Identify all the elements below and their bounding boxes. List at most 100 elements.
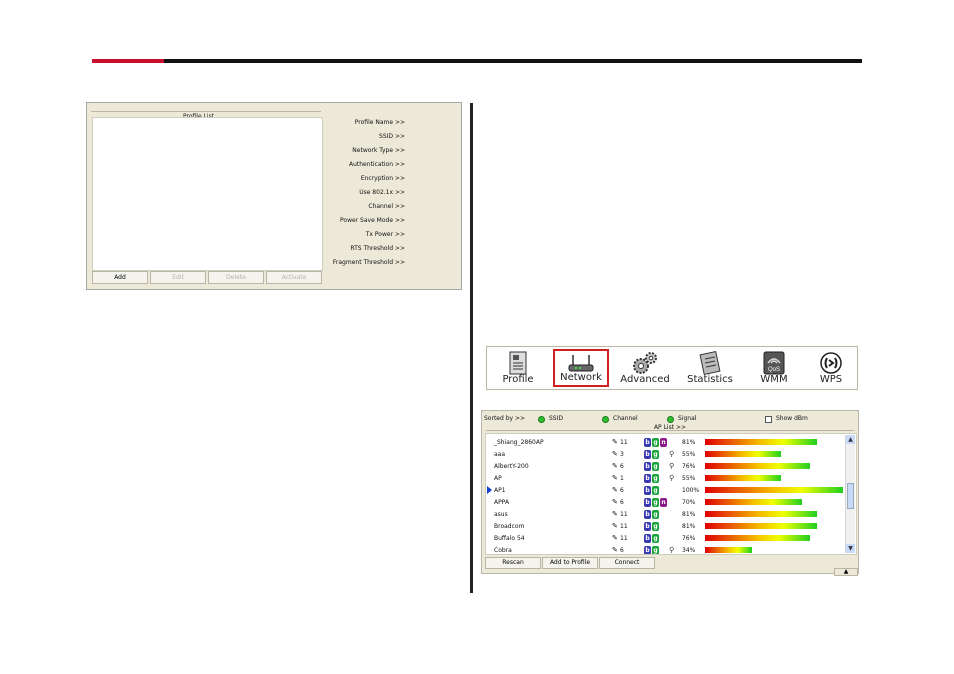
profile-list-group: Profile List: [91, 111, 321, 120]
signal-bar: [705, 511, 817, 517]
signal-bar: [705, 451, 781, 457]
ap-row[interactable]: Cobra ✎ 6 b g ⚲ 34%: [486, 544, 846, 554]
ap-list-divider: [486, 430, 854, 431]
gears-icon: [633, 352, 657, 374]
ap-row[interactable]: APPA ✎ 6 b g n 70%: [486, 496, 846, 508]
mode-b-badge: b: [644, 486, 651, 495]
signal-bar: [705, 523, 817, 529]
ap-ssid: _Shiang_2860AP: [494, 439, 544, 446]
channel-icon: ✎: [612, 438, 618, 446]
scroll-up-icon[interactable]: ▲: [846, 435, 855, 444]
sort-ssid-radio[interactable]: [538, 416, 545, 423]
ap-row[interactable]: Buffalo 54 ✎ 11 b g 76%: [486, 532, 846, 544]
mode-g-badge: g: [652, 522, 659, 531]
ap-channel: 6: [620, 499, 624, 506]
field-tx-power: Tx Power >>: [365, 231, 405, 238]
toolbar-network[interactable]: Network: [553, 349, 609, 387]
mode-g-badge: g: [652, 534, 659, 543]
header-rule: [164, 59, 862, 63]
toolbar-wmm[interactable]: QoS WMM: [745, 349, 803, 387]
rescan-button[interactable]: Rescan: [485, 557, 541, 569]
field-ssid: SSID >>: [379, 133, 405, 140]
toolbar-statistics[interactable]: Statistics: [680, 349, 740, 387]
signal-bar: [705, 547, 752, 553]
mode-b-badge: b: [644, 474, 651, 483]
ap-signal: 70%: [682, 499, 696, 506]
ap-signal: 55%: [682, 451, 696, 458]
ap-row[interactable]: Broadcom ✎ 11 b g 81%: [486, 520, 846, 532]
sort-signal-radio[interactable]: [667, 416, 674, 423]
ap-channel: 1: [620, 475, 624, 482]
mode-n-badge: n: [660, 438, 667, 447]
field-rts-threshold: RTS Threshold >>: [350, 245, 405, 252]
ap-channel: 11: [620, 511, 628, 518]
toolbar-advanced-label: Advanced: [620, 374, 670, 385]
profile-list[interactable]: [92, 117, 323, 271]
mode-b-badge: b: [644, 522, 651, 531]
ap-ssid: asus: [494, 511, 508, 518]
ap-channel: 6: [620, 547, 624, 554]
mode-g-badge: g: [652, 546, 659, 554]
mode-g-badge: g: [652, 510, 659, 519]
ap-list-scrollbar[interactable]: ▲ ▼: [845, 435, 855, 553]
ap-ssid: AP1: [494, 487, 506, 494]
ap-row[interactable]: asus ✎ 11 b g 81%: [486, 508, 846, 520]
edit-button[interactable]: Edit: [150, 271, 206, 284]
add-to-profile-button[interactable]: Add to Profile: [542, 557, 598, 569]
show-dbm-checkbox[interactable]: [765, 416, 772, 423]
ap-signal: 81%: [682, 523, 696, 530]
toolbar-profile[interactable]: Profile: [489, 349, 547, 387]
mode-b-badge: b: [644, 450, 651, 459]
mode-g-badge: g: [652, 498, 659, 507]
collapse-arrow-icon[interactable]: ▲: [834, 568, 858, 576]
toolbar-wmm-label: WMM: [760, 374, 788, 385]
ap-signal: 34%: [682, 547, 696, 554]
ap-ssid: Cobra: [494, 547, 512, 554]
channel-icon: ✎: [612, 510, 618, 518]
svg-text:QoS: QoS: [768, 367, 780, 373]
signal-bar: [705, 487, 843, 493]
ap-signal: 100%: [682, 487, 700, 494]
channel-icon: ✎: [612, 450, 618, 458]
connect-button[interactable]: Connect: [599, 557, 655, 569]
sorted-by-label: Sorted by >>: [484, 415, 526, 422]
ap-ssid: aaa: [494, 451, 506, 458]
add-button[interactable]: Add: [92, 271, 148, 284]
ap-signal: 81%: [682, 439, 696, 446]
signal-bar: [705, 463, 810, 469]
field-use-8021x: Use 802.1x >>: [359, 189, 405, 196]
scroll-down-icon[interactable]: ▼: [846, 544, 855, 553]
network-panel: Sorted by >> SSID Channel Signal Show dB…: [481, 410, 859, 574]
mode-g-badge: g: [652, 486, 659, 495]
ap-row[interactable]: AP1 ✎ 6 b g 100%: [486, 484, 846, 496]
column-divider: [470, 103, 473, 593]
ap-row[interactable]: AP ✎ 1 b g ⚲ 55%: [486, 472, 846, 484]
statistics-icon: [699, 351, 721, 375]
activate-button[interactable]: Activate: [266, 271, 322, 284]
sort-channel-radio[interactable]: [602, 416, 609, 423]
channel-icon: ✎: [612, 498, 618, 506]
scroll-thumb[interactable]: [847, 483, 854, 509]
field-authentication: Authentication >>: [348, 161, 405, 168]
channel-icon: ✎: [612, 546, 618, 554]
ap-row[interactable]: AlbertY-200 ✎ 6 b g ⚲ 76%: [486, 460, 846, 472]
ap-signal: 81%: [682, 511, 696, 518]
signal-bar: [705, 475, 781, 481]
ap-ssid: Buffalo 54: [494, 535, 525, 542]
delete-button[interactable]: Delete: [208, 271, 264, 284]
ap-row[interactable]: aaa ✎ 3 b g ⚲ 55%: [486, 448, 846, 460]
wmm-icon: QoS: [763, 351, 785, 375]
toolbar-wps[interactable]: WPS: [807, 349, 855, 387]
field-channel: Channel >>: [368, 203, 405, 210]
ap-ssid: APPA: [494, 499, 510, 506]
show-dbm-label: Show dBm: [776, 415, 808, 422]
mode-b-badge: b: [644, 462, 651, 471]
security-key-icon: ⚲: [669, 462, 675, 470]
toolbar-advanced[interactable]: Advanced: [615, 349, 675, 387]
signal-bar: [705, 535, 810, 541]
sort-ssid-label: SSID: [549, 415, 564, 422]
ap-list[interactable]: ▲ ▼ _Shiang_2860AP ✎ 11 b g n 81% aaa ✎ 3 b g ⚲ 55% Al…: [485, 433, 857, 555]
profile-panel: Profile List Add Edit Delete Activate Pr…: [86, 102, 462, 290]
ap-signal: 76%: [682, 535, 696, 542]
ap-row[interactable]: _Shiang_2860AP ✎ 11 b g n 81%: [486, 436, 846, 448]
